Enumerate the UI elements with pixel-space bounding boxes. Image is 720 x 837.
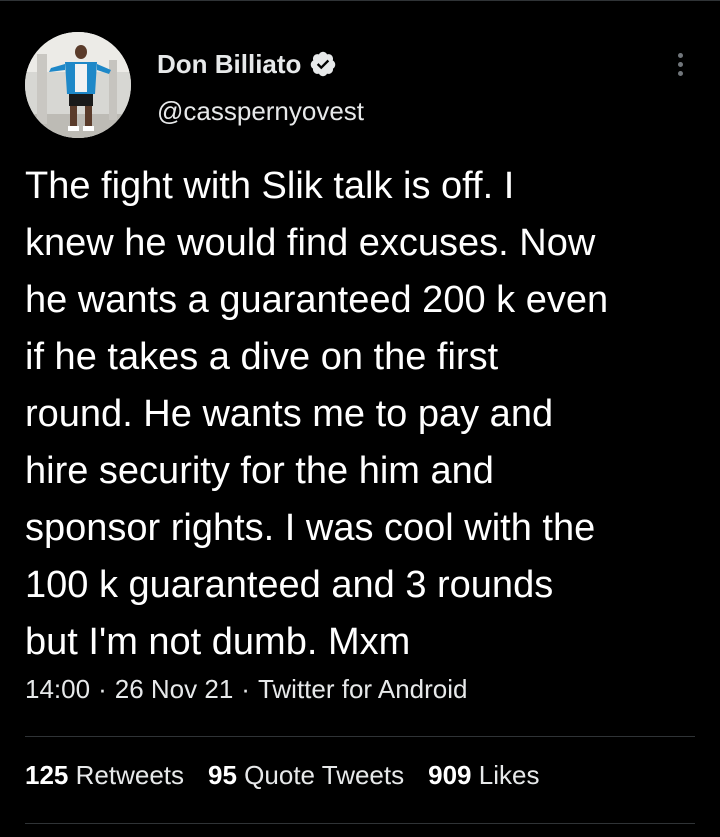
- tweet-text-line: round. He wants me to pay and: [25, 393, 554, 435]
- author-name-row[interactable]: Don Billiato: [157, 48, 337, 80]
- stats-divider-bottom: [25, 823, 695, 824]
- tweet-text-line: 100 k guaranteed and 3 rounds: [25, 564, 554, 606]
- tweet-text-line: sponsor rights. I was cool with the: [25, 507, 596, 549]
- quote-tweets-stat[interactable]: 95 Quote Tweets: [208, 760, 404, 791]
- tweet-text-line: if he takes a dive on the first: [25, 336, 499, 378]
- tweet-date[interactable]: 26 Nov 21: [115, 674, 234, 704]
- tweet-text-line: knew he would find excuses. Now: [25, 222, 596, 264]
- tweet-stats: 125 Retweets 95 Quote Tweets 909 Likes: [25, 760, 563, 791]
- likes-count: 909: [428, 760, 472, 790]
- retweets-stat[interactable]: 125 Retweets: [25, 760, 184, 791]
- tweet-meta: 14:00 · 26 Nov 21 · Twitter for Android: [25, 674, 468, 705]
- meta-separator: ·: [98, 674, 107, 704]
- tweet-time[interactable]: 14:00: [25, 674, 90, 704]
- stats-divider-top: [25, 736, 695, 737]
- avatar-photo: [25, 32, 131, 138]
- retweets-count: 125: [25, 760, 69, 790]
- retweets-label: Retweets: [75, 760, 185, 790]
- more-vertical-icon: [677, 52, 683, 58]
- tweet-text-line: The fight with Slik talk is off. I: [25, 165, 515, 207]
- tweet-text: The fight with Slik talk is off. I knew …: [25, 158, 705, 671]
- quote-tweets-count: 95: [208, 760, 237, 790]
- more-vertical-icon-dot: [677, 70, 683, 76]
- meta-separator: ·: [241, 674, 250, 704]
- avatar[interactable]: [25, 32, 131, 138]
- more-options-button[interactable]: [664, 46, 696, 82]
- likes-label: Likes: [478, 760, 540, 790]
- top-divider: [0, 0, 720, 1]
- more-vertical-icon-dot: [677, 61, 683, 67]
- tweet-text-line: hire security for the him and: [25, 450, 494, 492]
- tweet-source[interactable]: Twitter for Android: [258, 674, 468, 704]
- author-handle[interactable]: @casspernyovest: [157, 96, 364, 127]
- tweet-text-line: he wants a guaranteed 200 k even: [25, 279, 609, 321]
- verified-badge-icon: [309, 50, 337, 78]
- author-display-name[interactable]: Don Billiato: [157, 49, 301, 80]
- likes-stat[interactable]: 909 Likes: [428, 760, 539, 791]
- tweet-text-line: but I'm not dumb. Mxm: [25, 621, 411, 663]
- quote-tweets-label: Quote Tweets: [244, 760, 405, 790]
